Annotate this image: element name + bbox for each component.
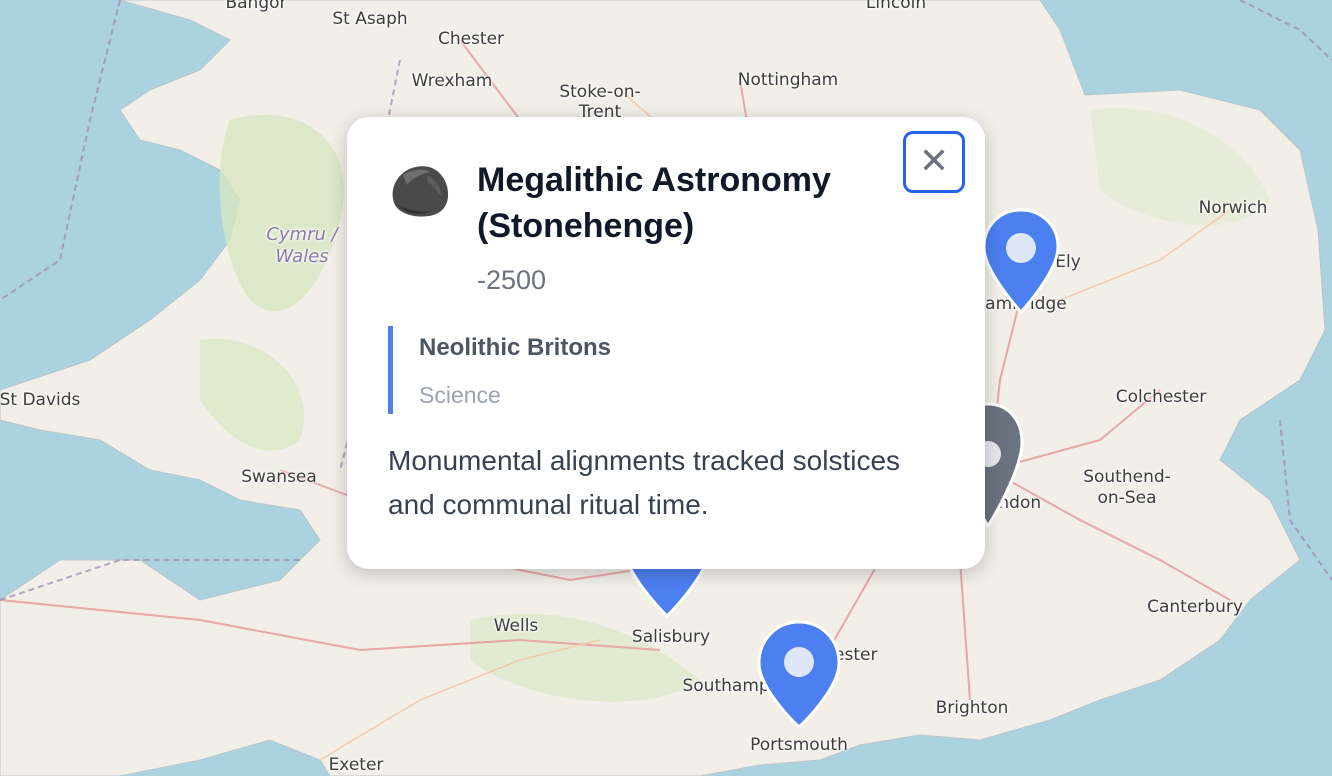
place-label-salisbury: Salisbury (631, 627, 711, 647)
place-label-st-davids: St Davids (0, 390, 81, 410)
portsmouth-marker[interactable] (756, 620, 842, 730)
place-label-st-asaph: St Asaph (332, 9, 408, 29)
place-label-canterbury: Canterbury (1147, 597, 1243, 617)
region-label-line1: Cymru / (266, 224, 338, 245)
place-label-southend: Southend- (1083, 467, 1171, 487)
place-label-lincoln: Lincoln (865, 0, 927, 13)
place-label-portsmouth: Portsmouth (750, 735, 848, 755)
info-popup: Megalithic Astronomy (Stonehenge) -2500 … (347, 117, 985, 569)
place-label-wrexham: Wrexham (411, 71, 493, 91)
place-label-nottingham: Nottingham (737, 70, 839, 90)
popup-category: Science (419, 382, 501, 408)
place-label-chester: Chester (437, 29, 505, 49)
creator-block: Neolithic Britons Science (388, 326, 913, 414)
place-label-brighton: Brighton (935, 698, 1009, 718)
popup-description: Monumental alignments tracked solstices … (388, 445, 901, 520)
popup-title: Megalithic Astronomy (Stonehenge) (477, 161, 831, 245)
place-label-wells: Wells (493, 616, 539, 636)
popup-year: -2500 (477, 265, 547, 295)
region-label-wales: Cymru / Wales (266, 224, 337, 268)
place-label-exeter: Exeter (328, 755, 384, 775)
close-button[interactable]: ✕ (903, 131, 965, 193)
place-label-norwich: Norwich (1198, 198, 1268, 218)
place-label-bangor: Bangor (225, 0, 287, 13)
stone-icon (392, 166, 449, 217)
place-label-stoke: Stoke-on- (559, 82, 641, 102)
place-label-colchester: Colchester (1115, 387, 1207, 407)
region-label-line2: Wales (275, 246, 329, 267)
popup-creator: Neolithic Britons (419, 334, 612, 361)
place-label-on-sea: on-Sea (1097, 488, 1157, 508)
close-icon: ✕ (918, 141, 950, 182)
cambridge-marker[interactable] (982, 208, 1060, 314)
place-label-swansea: Swansea (241, 467, 317, 487)
